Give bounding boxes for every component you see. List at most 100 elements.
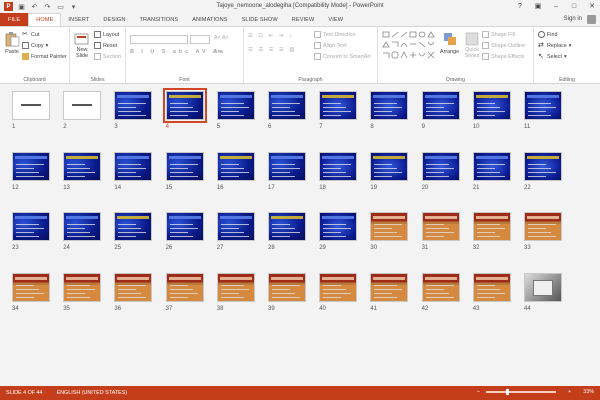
slide-thumbnail-39[interactable] [268, 273, 306, 302]
font-size-field[interactable] [190, 35, 210, 44]
section-button[interactable]: Section [94, 53, 121, 60]
find-button[interactable]: Find [538, 31, 558, 38]
cut-button[interactable]: ✂ Cut [22, 31, 39, 38]
account-face-icon[interactable] [587, 15, 596, 24]
select-button[interactable]: ↖ Select ▾ [538, 53, 567, 60]
paste-button[interactable]: Paste [4, 31, 20, 55]
tab-animations[interactable]: ANIMATIONS [185, 13, 234, 26]
slide-thumbnail-9[interactable] [421, 91, 460, 120]
slide-thumbnail-30[interactable] [370, 212, 409, 241]
zoom-in-icon[interactable]: + [562, 389, 571, 395]
slide-thumbnail-11[interactable] [524, 91, 562, 120]
quick-styles-button[interactable]: Quick Styles [464, 31, 480, 59]
save-icon[interactable]: ▣ [17, 2, 26, 11]
slide-thumbnail-13[interactable] [63, 152, 102, 181]
slide-thumbnail-26[interactable] [165, 212, 204, 241]
replace-button[interactable]: ⇄ Replace ▾ [538, 42, 572, 49]
shape-outline-button[interactable]: Shape Outline [482, 42, 525, 49]
slide-thumbnail-16[interactable] [216, 152, 255, 181]
minimize-icon[interactable]: – [550, 1, 562, 11]
convert-smartart-button[interactable]: Convert to SmartArt [314, 53, 371, 60]
language-indicator[interactable]: ENGLISH (UNITED STATES) [43, 390, 127, 396]
slide-thumbnail-22[interactable] [524, 152, 562, 181]
slide-thumbnail-6[interactable] [268, 91, 306, 120]
slide-thumbnail-8[interactable] [370, 91, 409, 120]
arrange-button[interactable]: Arrange [440, 31, 459, 55]
slide-thumbnail-38[interactable] [216, 273, 255, 302]
font-style-buttons[interactable]: B I U S abc AV Aa [130, 49, 226, 55]
text-direction-button[interactable]: Text Direction [314, 31, 356, 38]
slide-thumbnail-20[interactable] [421, 152, 460, 181]
start-from-beginning-icon[interactable]: ▭ [56, 2, 65, 11]
slide-thumbnail-12[interactable] [12, 152, 50, 181]
slide-thumbnail-17[interactable] [268, 152, 306, 181]
shape-effects-button[interactable]: Shape Effects [482, 53, 524, 60]
slide-thumbnail-15[interactable] [165, 152, 204, 181]
slide-thumbnail-21[interactable] [472, 152, 511, 181]
slide-thumbnail-24[interactable] [63, 212, 102, 241]
redo-icon[interactable]: ↷ [43, 2, 52, 11]
slide-thumbnail-35[interactable] [63, 273, 102, 302]
slide-thumbnail-7[interactable] [319, 91, 358, 120]
tab-view[interactable]: VIEW [321, 13, 350, 26]
slide-thumbnail-43[interactable] [472, 273, 511, 302]
slide-thumbnail-1[interactable] [12, 91, 50, 120]
slide-thumbnail-14[interactable] [114, 152, 153, 181]
sign-in-link[interactable]: Sign in [564, 16, 582, 22]
slide-thumbnail-29[interactable] [319, 212, 358, 241]
slide-thumbnail-42[interactable] [421, 273, 460, 302]
copy-button[interactable]: Copy ▾ [22, 42, 48, 49]
tab-insert[interactable]: INSERT [61, 13, 96, 26]
tab-transitions[interactable]: TRANSITIONS [132, 13, 185, 26]
slide-thumbnail-2[interactable] [63, 91, 102, 120]
close-icon[interactable]: ✕ [586, 1, 598, 11]
slide-thumbnail-18[interactable] [319, 152, 358, 181]
font-color-button[interactable]: A▾ [214, 49, 220, 55]
help-icon[interactable]: ? [514, 1, 526, 11]
zoom-out-icon[interactable]: – [471, 389, 480, 395]
slide-thumbnail-5[interactable] [216, 91, 255, 120]
slide-thumbnail-36[interactable] [114, 273, 153, 302]
undo-icon[interactable]: ↶ [30, 2, 39, 11]
slide-thumbnail-40[interactable] [319, 273, 358, 302]
slide-thumbnail-32[interactable] [472, 212, 511, 241]
layout-button[interactable]: Layout [94, 31, 119, 38]
shapes-gallery[interactable] [382, 31, 438, 65]
slide-thumbnail-37[interactable] [165, 273, 204, 302]
list-buttons[interactable]: ☰ ☷ ⇤ ⇥ ↕ [248, 33, 293, 39]
alignment-buttons[interactable]: ☰ ☰ ☰ ☰ ▥ [248, 47, 296, 53]
font-size-buttons[interactable]: A˄ A˅ [214, 35, 229, 41]
tab-slide-show[interactable]: SLIDE SHOW [235, 13, 285, 26]
slide-thumbnail-25[interactable] [114, 212, 153, 241]
font-name-field[interactable] [130, 35, 188, 44]
slide-thumbnail-41[interactable] [370, 273, 409, 302]
tab-file[interactable]: FILE [0, 13, 29, 26]
slide-thumbnail-19[interactable] [370, 152, 409, 181]
ribbon-display-icon[interactable]: ▣ [532, 1, 544, 11]
new-slide-button[interactable]: New Slide [74, 31, 90, 59]
reset-button[interactable]: Reset [94, 42, 117, 49]
shape-fill-button[interactable]: Shape Fill [482, 31, 515, 38]
customize-icon[interactable]: ▾ [69, 2, 78, 11]
zoom-slider-handle[interactable] [506, 389, 510, 395]
tab-home[interactable]: HOME [28, 13, 62, 26]
zoom-slider[interactable] [486, 389, 557, 395]
slide-thumbnail-10[interactable] [472, 91, 511, 120]
format-painter-button[interactable]: Format Painter [22, 53, 67, 60]
slide-number: 2 [63, 124, 67, 130]
slide-thumbnail-3[interactable] [114, 91, 153, 120]
align-text-button[interactable]: Align Text [314, 42, 346, 49]
slide-thumbnail-44[interactable] [524, 273, 562, 302]
slide-thumbnail-31[interactable] [421, 212, 460, 241]
slide-title-bar [424, 277, 457, 280]
slide-thumbnail-34[interactable] [12, 273, 50, 302]
slide-thumbnail-27[interactable] [216, 212, 255, 241]
slide-thumbnail-4[interactable] [162, 88, 207, 123]
zoom-level[interactable]: 33% [577, 389, 594, 395]
slide-thumbnail-33[interactable] [524, 212, 562, 241]
tab-design[interactable]: DESIGN [96, 13, 132, 26]
tab-review[interactable]: REVIEW [285, 13, 322, 26]
slide-thumbnail-28[interactable] [268, 212, 306, 241]
slide-thumbnail-23[interactable] [12, 212, 50, 241]
maximize-icon[interactable]: □ [568, 1, 580, 11]
